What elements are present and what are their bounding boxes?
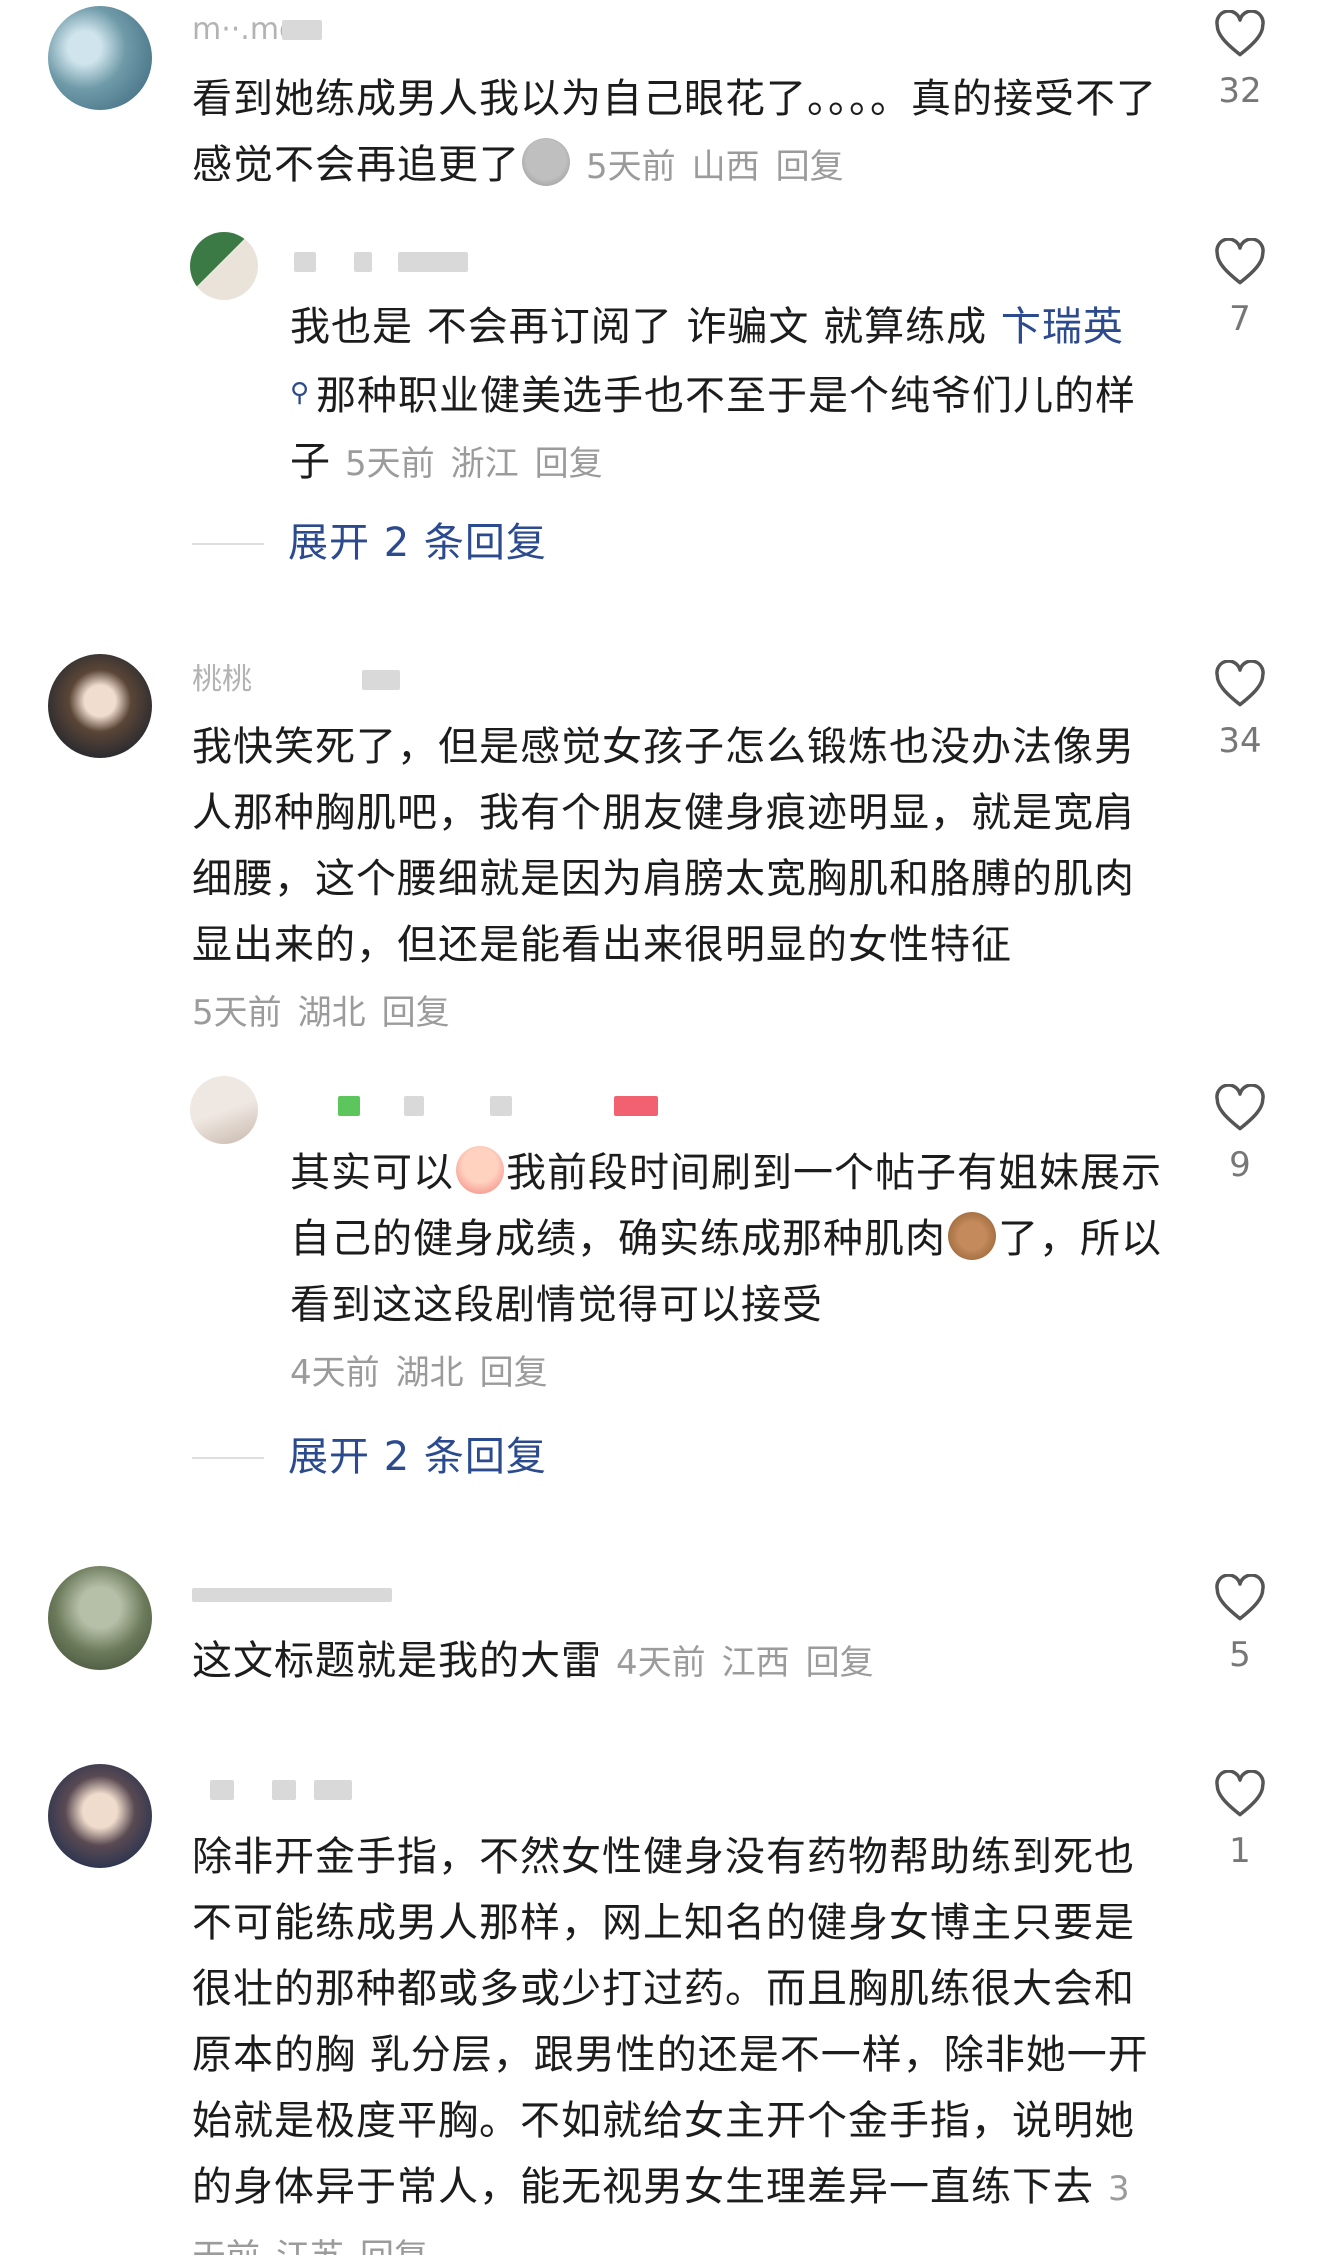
username[interactable]: m··.mo bbox=[192, 14, 332, 46]
avatar[interactable] bbox=[48, 1566, 152, 1670]
comment-meta: 5天前 山西 回复 bbox=[586, 147, 844, 187]
avatar[interactable] bbox=[48, 6, 152, 110]
username[interactable] bbox=[192, 1774, 372, 1806]
bear-emoji bbox=[948, 1212, 996, 1260]
heart-outline-icon bbox=[1215, 1084, 1265, 1131]
like-count: 5 bbox=[1229, 1635, 1251, 1675]
expand-replies-button[interactable]: 展开 2 条回复 bbox=[192, 518, 592, 568]
divider bbox=[192, 1457, 264, 1459]
like-button[interactable]: 32 bbox=[1210, 10, 1270, 110]
heart-outline-icon bbox=[1215, 1770, 1265, 1817]
comment-meta: 5天前 湖北 回复 bbox=[192, 993, 450, 1033]
username[interactable] bbox=[192, 1578, 402, 1610]
like-button[interactable]: 5 bbox=[1210, 1574, 1270, 1674]
search-icon: ⚲ bbox=[290, 378, 311, 408]
heart-outline-icon bbox=[1215, 238, 1265, 285]
username[interactable]: 桃桃 bbox=[192, 664, 432, 696]
reply-text: 其实可以 我前段时间刷到一个帖子有姐妹展示自己的健身成绩，确实练成那种肌肉 了，所以… bbox=[290, 1140, 1170, 1406]
avatar[interactable] bbox=[190, 1076, 258, 1144]
avatar[interactable] bbox=[48, 1764, 152, 1868]
like-count: 1 bbox=[1229, 1831, 1251, 1871]
reply-button[interactable]: 回复 bbox=[360, 2237, 428, 2255]
like-count: 7 bbox=[1229, 299, 1251, 339]
neutral-face-emoji bbox=[522, 138, 570, 186]
heart-outline-icon bbox=[1215, 1574, 1265, 1621]
comment-text: 看到她练成男人我以为自己眼花了。。。。真的接受不了感觉不会再追更了 5天前 山西 回复 bbox=[192, 76, 1157, 188]
reply-button[interactable]: 回复 bbox=[776, 147, 844, 187]
comment-text: 除非开金手指，不然女性健身没有药物帮助练到死也不可能练成男人那样，网上知名的健身… bbox=[192, 1824, 1162, 2255]
reply-button[interactable]: 回复 bbox=[806, 1643, 874, 1683]
crying-laughing-emoji bbox=[456, 1146, 504, 1194]
like-count: 34 bbox=[1218, 721, 1262, 761]
like-count: 32 bbox=[1218, 71, 1262, 111]
reply-text: 我也是 不会再订阅了 诈骗文 就算练成 卞瑞英 ⚲ 那种职业健美选手也不至于是个纯… bbox=[290, 304, 1137, 485]
heart-outline-icon bbox=[1215, 10, 1265, 57]
username[interactable] bbox=[294, 1090, 694, 1122]
avatar[interactable] bbox=[48, 654, 152, 758]
like-button[interactable]: 1 bbox=[1210, 1770, 1270, 1870]
username[interactable] bbox=[294, 246, 474, 278]
reply-meta: 4天前 湖北 回复 bbox=[290, 1353, 548, 1393]
comment-text: 我快笑死了，但是感觉女孩子怎么锻炼也没办法像男人那种胸肌吧，我有个朋友健身痕迹明… bbox=[192, 724, 1135, 1033]
reply-button[interactable]: 回复 bbox=[535, 444, 603, 484]
reply-button[interactable]: 回复 bbox=[480, 1353, 548, 1393]
comment-meta: 4天前 江西 回复 bbox=[616, 1643, 874, 1683]
heart-outline-icon bbox=[1215, 660, 1265, 707]
reply-meta: 5天前 浙江 回复 bbox=[345, 444, 603, 484]
avatar[interactable] bbox=[190, 232, 258, 300]
like-button[interactable]: 9 bbox=[1210, 1084, 1270, 1184]
character-link[interactable]: 卞瑞英 bbox=[1001, 304, 1124, 350]
divider bbox=[192, 543, 264, 545]
like-button[interactable]: 7 bbox=[1210, 238, 1270, 338]
like-button[interactable]: 34 bbox=[1210, 660, 1270, 760]
like-count: 9 bbox=[1229, 1145, 1251, 1185]
expand-replies-button[interactable]: 展开 2 条回复 bbox=[192, 1432, 592, 1482]
comment-text: 这文标题就是我的大雷 4天前 江西 回复 bbox=[192, 1638, 874, 1684]
reply-button[interactable]: 回复 bbox=[382, 993, 450, 1033]
